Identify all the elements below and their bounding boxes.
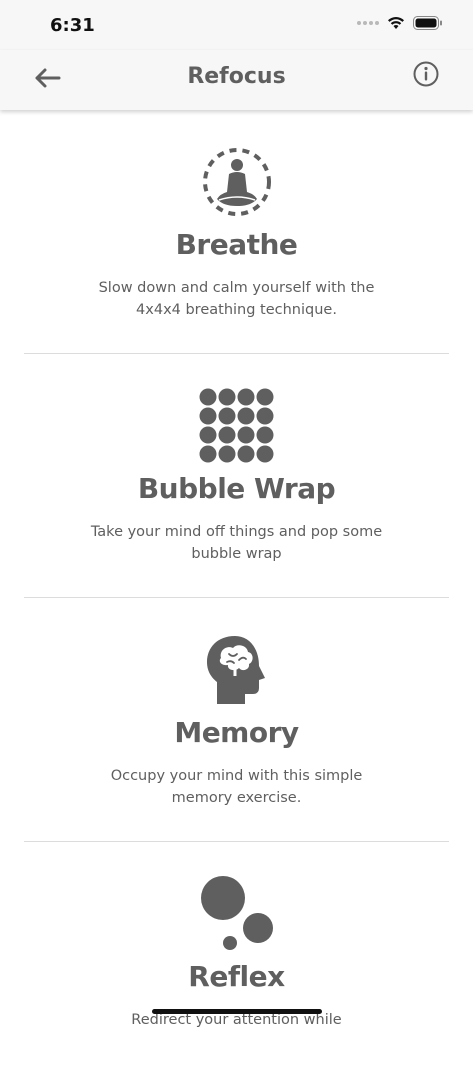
signal-icon [357,21,379,25]
bubble [199,388,216,406]
bubble [256,426,273,444]
card-icon-wrap [0,144,473,220]
card-title: Breathe [175,228,298,261]
info-button[interactable] [412,60,440,88]
activity-memory[interactable]: Memory Occupy your mind with this simple… [0,598,473,842]
bubble [237,426,254,444]
bubble [256,407,273,425]
battery-icon [413,16,442,30]
bubble [199,426,216,444]
page-title: Refocus [187,64,286,89]
meditation-icon [202,148,271,216]
status-bar: 6:31 [0,0,473,50]
nav-bar: Refocus [0,50,473,110]
activity-list: Breathe Slow down and calm yourself with… [0,110,473,1086]
activity-reflex[interactable]: Reflex Redirect your attention while [0,842,473,1086]
bubble [237,407,254,425]
brain-head-icon [206,636,265,704]
card-icon-wrap [0,632,473,708]
card-icon-wrap [0,876,473,952]
bubble [218,445,235,463]
activity-bubble-wrap[interactable]: Bubble Wrap Take your mind off things an… [0,354,473,598]
bubble [218,388,235,406]
card-title: Memory [174,716,299,749]
card-title: Bubble Wrap [137,472,336,505]
card-description: Slow down and calm yourself with the 4x4… [98,280,375,318]
bubble [199,407,216,425]
bubble [218,426,235,444]
activity-breathe[interactable]: Breathe Slow down and calm yourself with… [0,110,473,354]
status-time: 6:31 [50,15,95,36]
home-indicator[interactable] [152,1009,322,1014]
bubble [218,407,235,425]
bubble [237,445,254,463]
info-circle-icon [413,61,439,87]
bubble [256,388,273,406]
card-description: Take your mind off things and pop some b… [90,524,383,562]
wifi-icon [388,17,404,29]
reflex-circles-icon [200,876,273,950]
bubble [199,445,216,463]
bubble-grid-icon [199,388,273,463]
status-icons [357,16,443,30]
bubble [237,388,254,406]
bubble [256,445,273,463]
card-title: Reflex [188,960,285,993]
card-icon-wrap [0,388,473,464]
card-description: Occupy your mind with this simple memory… [110,768,363,806]
